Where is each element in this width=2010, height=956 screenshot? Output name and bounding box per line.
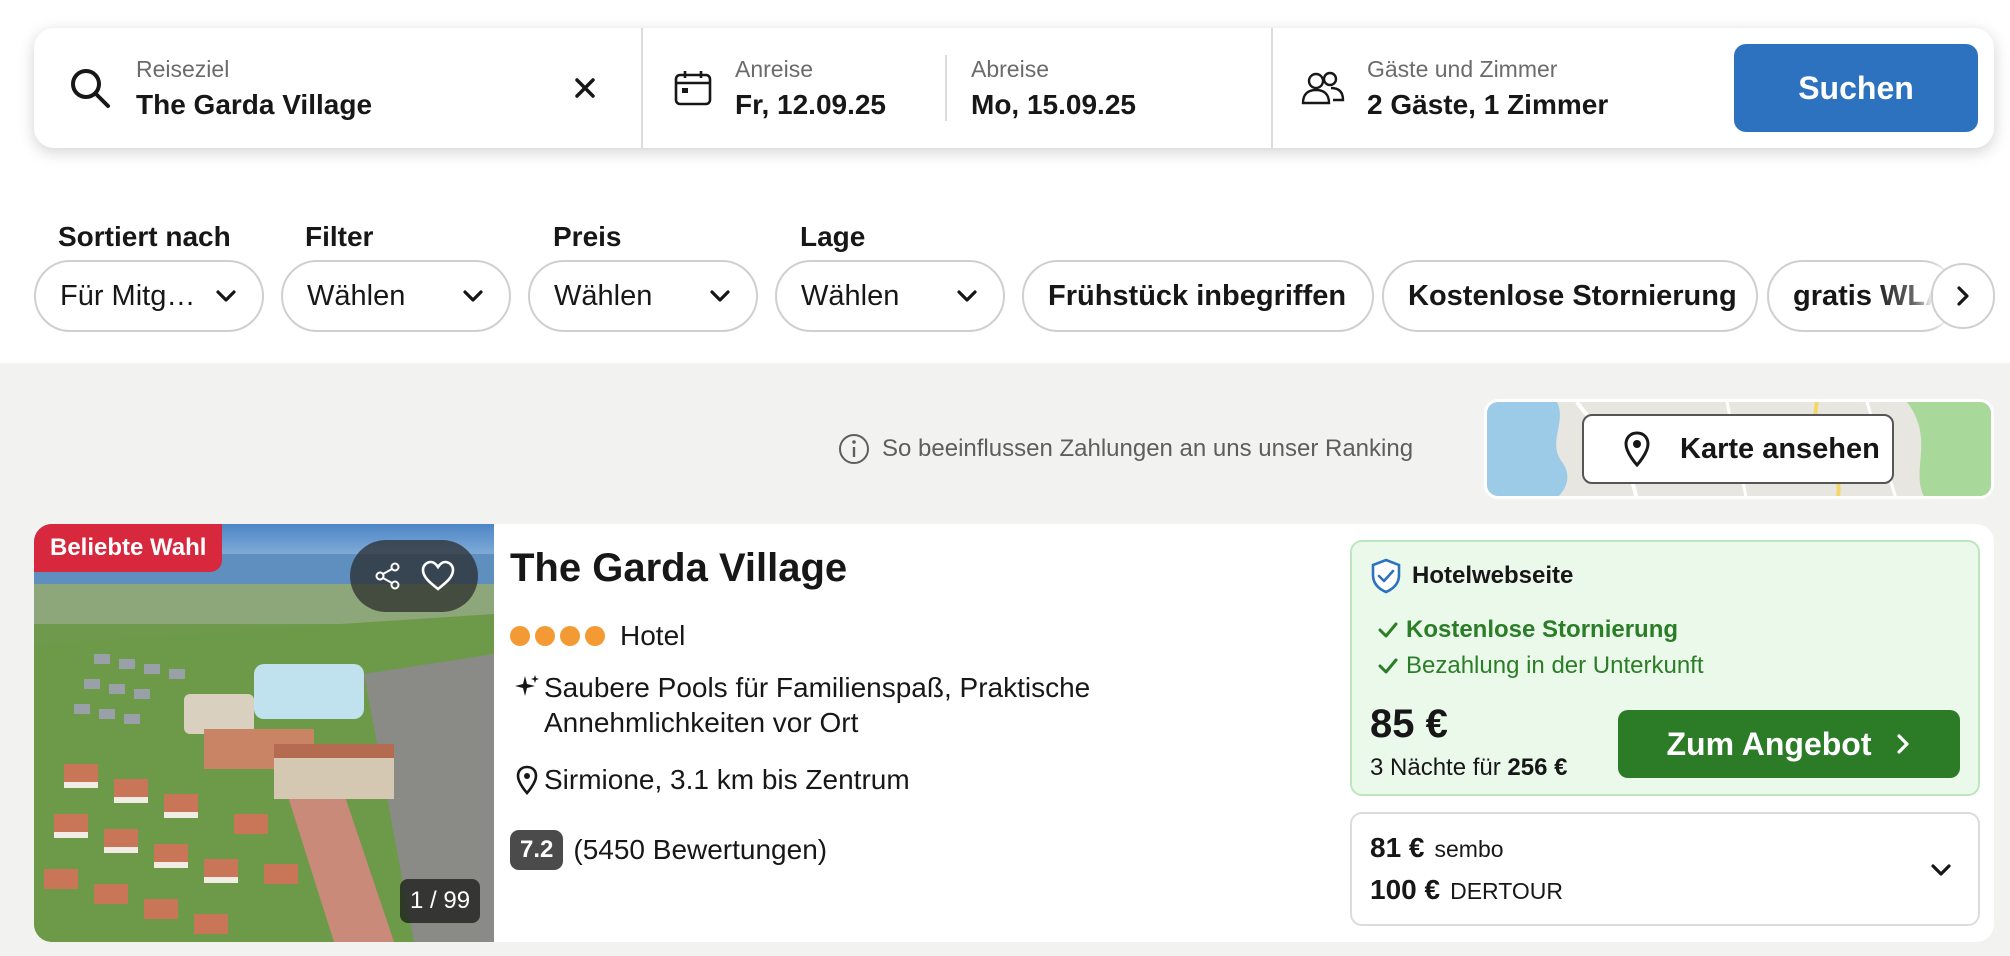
popular-badge: Beliebte Wahl	[34, 524, 223, 572]
ranking-note: So beeinflussen Zahlungen an uns unser R…	[882, 435, 1414, 462]
price-value: Wählen	[554, 279, 653, 312]
other-offer-provider: sembo	[1434, 836, 1504, 862]
star-dot-icon	[585, 626, 605, 646]
filter-label: Filter	[305, 221, 374, 252]
price-dropdown[interactable]: Wählen	[528, 260, 758, 332]
chevron-down-icon	[1931, 864, 1951, 876]
checkout-label: Abreise	[971, 55, 1049, 82]
heart-icon[interactable]	[420, 560, 456, 592]
deal-total-price: 256 €	[1507, 754, 1568, 781]
filter-value: Wählen	[307, 279, 406, 312]
hotel-photo[interactable]: Beliebte Wahl 1 / 99	[34, 524, 494, 942]
hotel-name[interactable]: The Garda Village	[510, 546, 847, 591]
check-icon	[1378, 622, 1398, 638]
sort-dropdown[interactable]: Für Mitg…	[34, 260, 264, 332]
view-deal-label: Zum Angebot	[1666, 725, 1872, 762]
photo-counter: 1 / 99	[400, 879, 481, 923]
location-dropdown[interactable]: Wählen	[775, 260, 1005, 332]
deal-nights-prefix: 3 Nächte für	[1370, 754, 1501, 781]
ranking-info-link[interactable]: So beeinflussen Zahlungen an uns unser R…	[838, 433, 1413, 465]
checkin-label: Anreise	[735, 55, 813, 82]
star-dot-icon	[535, 626, 555, 646]
other-offer-row: 81 € sembo	[1370, 832, 1504, 864]
filter-scroll-right-button[interactable]	[1931, 263, 1995, 329]
hotel-location-text: Sirmione, 3.1 km bis Zentrum	[544, 764, 910, 795]
hotel-features-line1: Saubere Pools für Familienspaß, Praktisc…	[544, 672, 1091, 703]
hotel-type: Hotel	[620, 620, 686, 651]
hotel-rating[interactable]: 7.2 (5450 Bewertungen)	[510, 830, 827, 870]
chevron-down-icon	[710, 290, 730, 302]
chevron-down-icon	[957, 290, 977, 302]
share-icon[interactable]	[373, 561, 403, 591]
perk-pay-at-property: Bezahlung in der Unterkunft	[1378, 652, 1704, 680]
dates-field: Anreise Fr, 12.09.25 Abreise Mo, 15.09.2…	[641, 28, 1271, 148]
review-count: (5450 Bewertungen)	[573, 834, 828, 865]
rating-score: 7.2	[510, 830, 564, 870]
other-offer-price: 100 €	[1370, 874, 1441, 905]
deal-provider: Hotelwebseite	[1370, 558, 1573, 594]
chevron-right-icon	[1896, 734, 1909, 754]
info-icon	[839, 434, 869, 464]
check-icon	[1378, 658, 1398, 674]
guests-icon	[1301, 64, 1345, 112]
chevron-right-icon	[1957, 286, 1969, 306]
chip-free-wifi[interactable]: gratis WLAN	[1767, 260, 1957, 332]
search-button[interactable]: Suchen	[1734, 44, 1978, 132]
perk-free-cancellation-text: Kostenlose Stornierung	[1406, 616, 1679, 643]
clear-icon[interactable]	[567, 70, 603, 106]
destination-field[interactable]: Reiseziel The Garda Village	[34, 28, 641, 148]
guests-value: 2 Gäste, 1 Zimmer	[1367, 88, 1609, 120]
show-map-label: Karte ansehen	[1680, 432, 1880, 465]
photo-actions	[350, 540, 478, 612]
show-map-button[interactable]: Karte ansehen	[1582, 414, 1894, 484]
other-offer-row: 100 € DERTOUR	[1370, 874, 1563, 906]
hotel-card: Beliebte Wahl 1 / 99 The Garda Village H…	[34, 524, 1994, 942]
chip-breakfast[interactable]: Frühstück inbegriffen	[1022, 260, 1374, 332]
checkin-field[interactable]: Anreise Fr, 12.09.25	[673, 28, 945, 148]
deal-price: 85 €	[1370, 702, 1448, 746]
chevron-down-icon	[463, 290, 483, 302]
location-label: Lage	[800, 221, 866, 252]
map-pin-icon	[1624, 431, 1650, 467]
other-offer-price: 81 €	[1370, 832, 1425, 863]
destination-value[interactable]: The Garda Village	[136, 89, 372, 121]
hotel-features-line2: Annehmlichkeiten vor Ort	[544, 707, 859, 738]
sparkle-icon	[515, 675, 539, 696]
other-offer-provider: DERTOUR	[1450, 878, 1563, 904]
top-deal[interactable]: Hotelwebseite Kostenlose Stornierung Bez…	[1350, 540, 1980, 796]
perk-pay-at-property-text: Bezahlung in der Unterkunft	[1406, 652, 1704, 679]
checkin-value: Fr, 12.09.25	[735, 88, 887, 120]
view-deal-button[interactable]: Zum Angebot	[1618, 710, 1960, 778]
guests-field[interactable]: Gäste und Zimmer 2 Gäste, 1 Zimmer	[1271, 28, 1743, 148]
hotel-location: Sirmione, 3.1 km bis Zentrum	[510, 764, 910, 796]
star-dot-icon	[560, 626, 580, 646]
perk-free-cancellation: Kostenlose Stornierung	[1378, 616, 1678, 644]
checkout-value: Mo, 15.09.25	[971, 88, 1136, 120]
sort-label: Sortiert nach	[58, 221, 231, 252]
calendar-icon	[673, 64, 713, 112]
hotel-features: Saubere Pools für Familienspaß, Praktisc…	[510, 670, 1090, 740]
checkout-field[interactable]: Abreise Mo, 15.09.25	[945, 55, 1225, 121]
sort-value: Für Mitg…	[60, 279, 196, 312]
hotel-stars: Hotel	[510, 620, 685, 652]
deal-total: 3 Nächte für 256 €	[1370, 754, 1567, 782]
search-icon	[66, 64, 114, 112]
guests-label: Gäste und Zimmer	[1367, 55, 1558, 82]
shield-check-icon	[1371, 558, 1401, 594]
search-bar: Reiseziel The Garda Village Anreise Fr, …	[34, 28, 1994, 148]
other-offers-dropdown[interactable]: 81 € sembo 100 € DERTOUR	[1350, 812, 1980, 926]
price-label: Preis	[553, 221, 622, 252]
filter-dropdown[interactable]: Wählen	[281, 260, 511, 332]
location-pin-icon	[516, 765, 538, 795]
deal-provider-name: Hotelwebseite	[1412, 562, 1574, 589]
chevron-down-icon	[216, 290, 236, 302]
location-value: Wählen	[801, 279, 900, 312]
destination-label: Reiseziel	[136, 55, 230, 82]
star-dot-icon	[510, 626, 530, 646]
chip-free-cancellation[interactable]: Kostenlose Stornierung	[1382, 260, 1758, 332]
